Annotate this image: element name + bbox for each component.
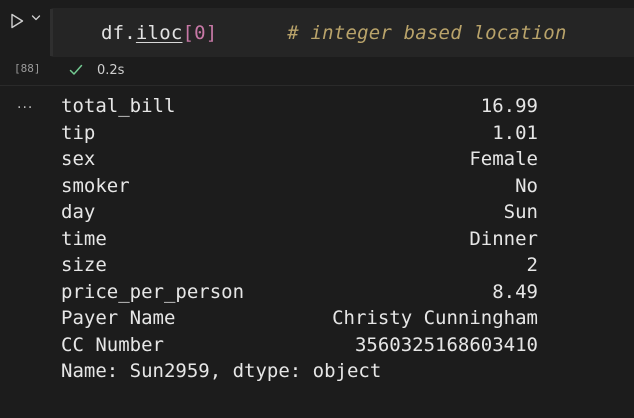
code-attribute: iloc [135, 22, 183, 44]
series-value: Female [469, 148, 538, 170]
series-row: day Sun [61, 199, 538, 226]
notebook-cell: [88] df.iloc[0] # integer based location… [0, 0, 634, 418]
series-row: Payer Name Christy Cunningham [61, 305, 538, 332]
series-row: CC Number 3560325168603410 [61, 332, 538, 359]
series-value: 16.99 [480, 95, 538, 117]
code-open-bracket: [ [182, 22, 195, 44]
series-value: Dinner [469, 227, 538, 250]
series-row: total_bill 16.99 [61, 93, 538, 120]
series-value: 2 [526, 254, 538, 276]
check-icon [69, 64, 83, 76]
series-row: price_per_person 8.49 [61, 279, 538, 306]
series-value: 8.49 [492, 280, 538, 303]
code-spacing [217, 22, 287, 44]
code-object: df [101, 22, 125, 44]
series-key: tip [61, 121, 96, 144]
series-row: size 2 [61, 252, 538, 279]
code-line[interactable]: df.iloc[0] # integer based location [101, 22, 567, 44]
series-key: Payer Name [61, 307, 176, 329]
code-dot: . [124, 22, 136, 44]
cell-output: total_bill 16.99 tip 1.01 sex Female smoker No d… [61, 93, 538, 385]
series-row: smoker No [61, 173, 538, 200]
series-row: tip 1.01 [61, 120, 538, 147]
series-key: smoker [61, 174, 130, 197]
series-rows: total_bill 16.99 tip 1.01 sex Female smoker No d… [61, 93, 538, 358]
output-actions-ellipsis[interactable]: ... [17, 96, 33, 112]
series-key: price_per_person [61, 280, 245, 303]
chevron-down-icon[interactable] [30, 12, 42, 24]
series-row: time Dinner [61, 226, 538, 253]
series-key: CC Number [61, 333, 164, 356]
series-key: size [61, 254, 107, 276]
cell-gutter: [88] [0, 0, 48, 418]
series-value: Christy Cunningham [332, 307, 538, 329]
cell-focus-bar [50, 9, 53, 56]
run-cell-button[interactable] [10, 9, 48, 33]
code-index: 0 [194, 22, 206, 44]
series-row: sex Female [61, 146, 538, 173]
code-close-bracket: ] [205, 22, 218, 44]
series-value: 3560325168603410 [354, 333, 538, 356]
series-key: day [61, 201, 96, 223]
execution-count: [88] [14, 62, 41, 75]
series-value: No [515, 174, 538, 197]
series-key: total_bill [61, 95, 176, 117]
series-key: time [61, 227, 107, 250]
series-value: 1.01 [492, 121, 538, 144]
play-icon[interactable] [10, 13, 24, 29]
execution-duration: 0.2s [97, 62, 125, 78]
series-key: sex [61, 148, 96, 170]
execution-status: 0.2s [69, 60, 124, 80]
code-comment: # integer based location [287, 22, 567, 44]
series-value: Sun [503, 201, 538, 223]
output-divider [0, 85, 634, 86]
series-footer: Name: Sun2959, dtype: object [61, 360, 382, 382]
